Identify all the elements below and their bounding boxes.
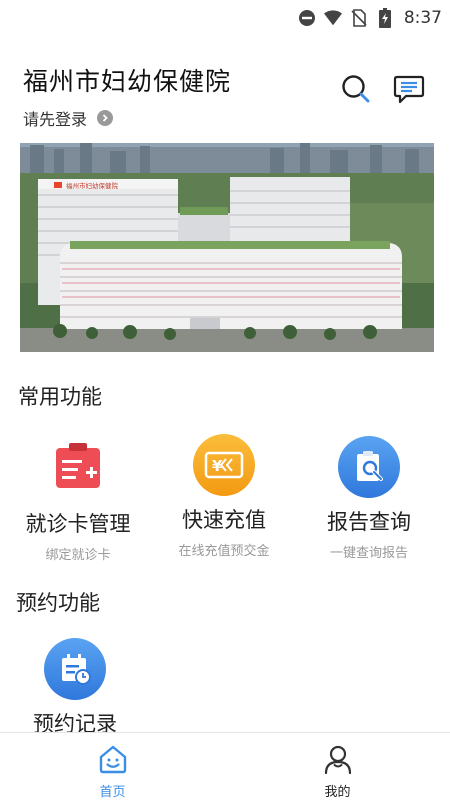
booking-functions-title: 预约功能 (16, 591, 100, 615)
quick-recharge-sub: 在线充值预交金 (178, 544, 270, 559)
hospital-name: 福州市妇幼保健院 (23, 67, 232, 96)
report-query-sub: 一键查询报告 (329, 546, 408, 561)
card-add-icon (47, 438, 109, 500)
header: 福州市妇幼保健院 请先登录 (23, 62, 433, 132)
card-management-label: 就诊卡管理 (25, 512, 131, 536)
report-query-button[interactable]: 报告查询 一键查询报告 (294, 436, 444, 561)
nav-mine-label: 我的 (324, 785, 351, 800)
dnd-icon (298, 9, 316, 27)
yuan-card-icon: ¥ (193, 434, 255, 496)
status-bar: 8:37 (0, 0, 450, 36)
booking-records-button[interactable]: 预约记录 (0, 638, 150, 738)
search-icon[interactable] (341, 74, 371, 104)
login-link[interactable]: 请先登录 (23, 106, 433, 130)
hospital-banner[interactable]: 福州市妇幼保健院 (20, 143, 434, 352)
calendar-clock-icon (44, 638, 106, 700)
nav-mine[interactable]: 我的 (225, 733, 450, 800)
quick-recharge-label: 快速充值 (182, 508, 266, 532)
quick-recharge-button[interactable]: ¥ 快速充值 在线充值预交金 (149, 434, 299, 559)
card-management-sub: 绑定就诊卡 (45, 548, 111, 563)
chevron-right-icon (97, 110, 114, 126)
no-sim-icon (350, 9, 368, 27)
bottom-nav: 首页 我的 (0, 732, 450, 800)
battery-charging-icon (376, 8, 394, 28)
message-icon[interactable] (393, 73, 425, 105)
user-icon (322, 743, 354, 779)
login-prompt: 请先登录 (23, 110, 88, 129)
report-search-icon (338, 436, 400, 498)
svg-text:福州市妇幼保健院: 福州市妇幼保健院 (66, 181, 119, 190)
clock: 8:37 (403, 8, 442, 28)
report-query-label: 报告查询 (327, 510, 411, 534)
card-management-button[interactable]: 就诊卡管理 绑定就诊卡 (3, 438, 153, 563)
wifi-icon (323, 9, 342, 27)
nav-home-label: 首页 (99, 785, 126, 800)
nav-home[interactable]: 首页 (0, 733, 225, 800)
home-smile-icon (97, 743, 129, 779)
common-functions-title: 常用功能 (18, 385, 102, 409)
